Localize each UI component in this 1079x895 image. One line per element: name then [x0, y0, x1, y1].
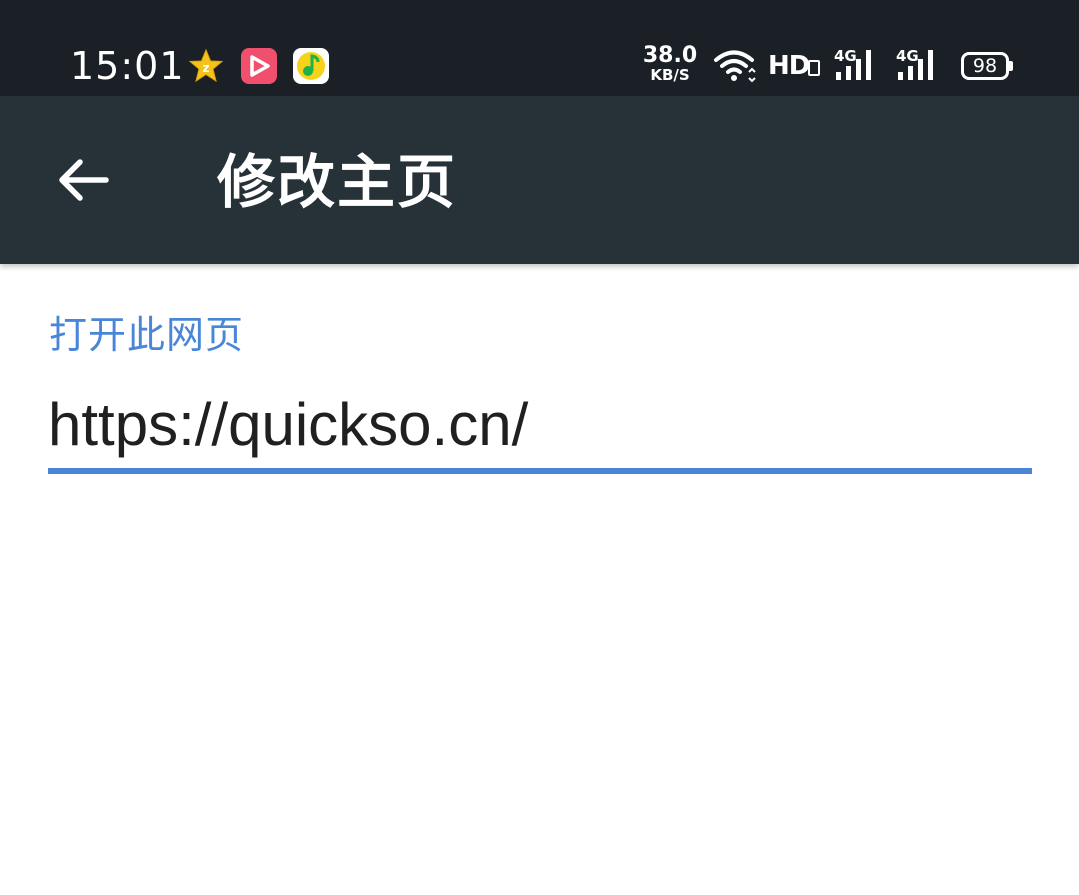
wifi-icon: [714, 50, 756, 83]
homepage-url-input[interactable]: [48, 384, 1032, 464]
app-bar: 修改主页: [0, 96, 1079, 264]
video-app-icon: [241, 48, 277, 84]
hd-voice-label: HD: [768, 51, 810, 81]
hd-voice-badge: [808, 60, 820, 76]
page-title: 修改主页: [217, 148, 458, 216]
back-button[interactable]: [44, 140, 124, 220]
signal-strength-2: 4G: [896, 48, 946, 84]
network-speed-unit: KB/S: [650, 66, 690, 84]
music-app-icon: [293, 48, 329, 84]
signal-strength-1: 4G: [834, 48, 884, 84]
network-speed-value: 38.0: [642, 43, 698, 68]
battery-tip: [1009, 61, 1013, 71]
url-input-underline: [48, 468, 1032, 474]
signal-bars-icon: [836, 50, 871, 80]
network-speed: 38.0 KB/S: [640, 45, 700, 83]
star-app-icon: z: [188, 48, 224, 83]
svg-text:z: z: [203, 61, 210, 75]
status-time: 15:01: [70, 44, 185, 88]
status-bar: 15:01 z 38.0 KB/S HD 4G 4G 98: [0, 0, 1079, 96]
signal-bars-icon: [898, 50, 933, 80]
battery-indicator: 98: [961, 52, 1009, 80]
arrow-left-icon: [59, 159, 109, 201]
url-field-label: 打开此网页: [49, 313, 245, 357]
